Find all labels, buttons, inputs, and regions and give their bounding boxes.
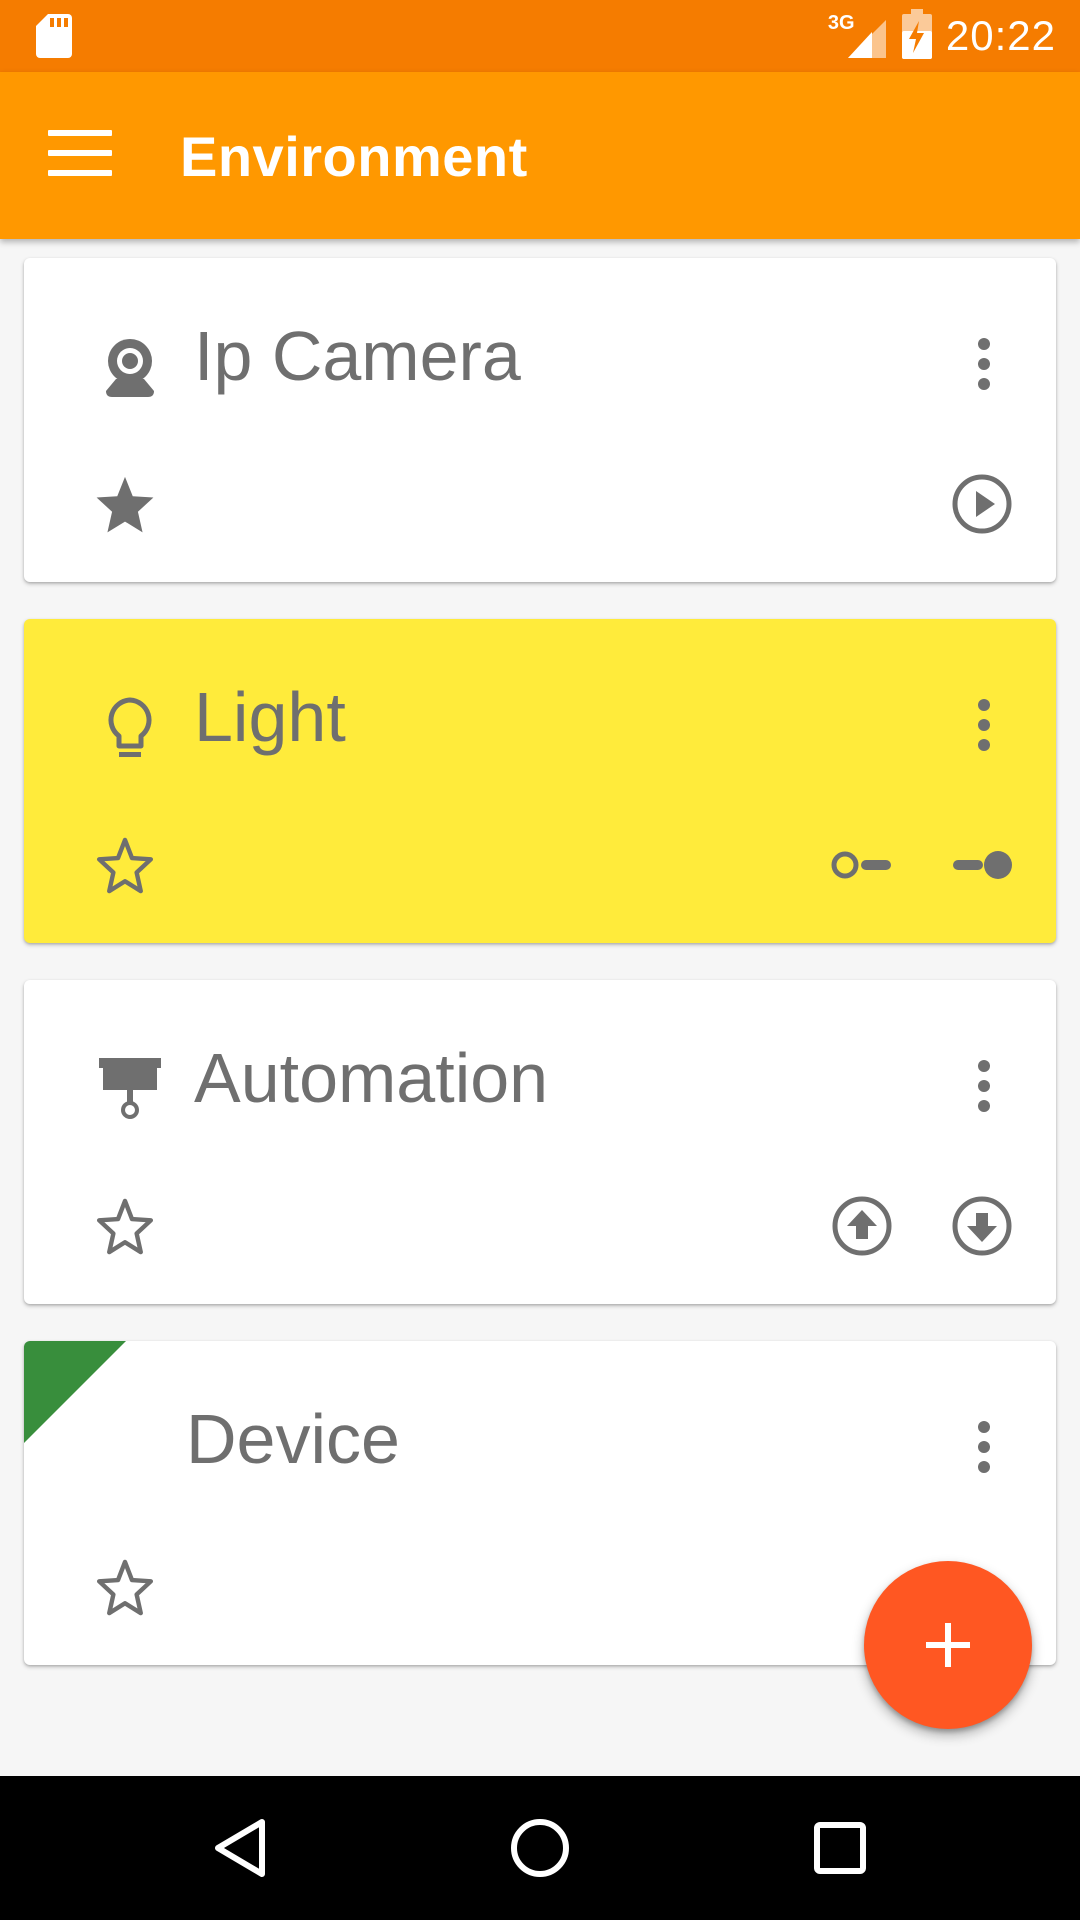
card-title: Ip Camera xyxy=(194,317,521,395)
play-circle-icon[interactable] xyxy=(932,464,1032,544)
hamburger-menu-icon[interactable] xyxy=(48,130,112,180)
webcam-icon xyxy=(80,318,180,418)
status-bar: 3G 20:22 xyxy=(0,0,1080,72)
star-outline-icon[interactable] xyxy=(70,1547,180,1627)
app-bar: Environment xyxy=(0,72,1080,239)
home-icon[interactable] xyxy=(480,1798,600,1898)
more-vert-icon[interactable] xyxy=(954,683,1014,767)
plus-icon xyxy=(926,1623,970,1667)
projector-icon xyxy=(80,1040,180,1140)
star-outline-icon[interactable] xyxy=(70,825,180,905)
card-title: Automation xyxy=(194,1039,549,1117)
toggle-off-icon[interactable] xyxy=(812,825,912,905)
more-vert-icon[interactable] xyxy=(954,1405,1014,1489)
more-vert-icon[interactable] xyxy=(954,322,1014,406)
sd-card-icon xyxy=(36,14,72,63)
system-nav-bar xyxy=(0,1776,1080,1920)
lightbulb-icon xyxy=(80,679,180,779)
battery-charging-icon xyxy=(901,8,932,64)
recents-icon[interactable] xyxy=(780,1798,900,1898)
signal-3g-icon: 3G xyxy=(828,12,888,60)
arrow-down-circle-icon[interactable] xyxy=(932,1186,1032,1266)
card-automation[interactable]: Automation xyxy=(24,980,1056,1304)
card-title: Device xyxy=(186,1400,400,1478)
back-icon[interactable] xyxy=(180,1798,300,1898)
star-outline-icon[interactable] xyxy=(70,1186,180,1266)
status-corner-indicator xyxy=(24,1341,126,1443)
card-title: Light xyxy=(194,678,346,756)
card-light[interactable]: Light xyxy=(24,619,1056,943)
arrow-up-circle-icon[interactable] xyxy=(812,1186,912,1266)
clock: 20:22 xyxy=(945,12,1056,59)
add-fab-button[interactable] xyxy=(864,1561,1032,1729)
star-filled-icon[interactable] xyxy=(70,464,180,544)
toggle-on-icon[interactable] xyxy=(932,825,1032,905)
page-title: Environment xyxy=(180,125,528,188)
card-ip-camera[interactable]: Ip Camera xyxy=(24,258,1056,582)
more-vert-icon[interactable] xyxy=(954,1044,1014,1128)
